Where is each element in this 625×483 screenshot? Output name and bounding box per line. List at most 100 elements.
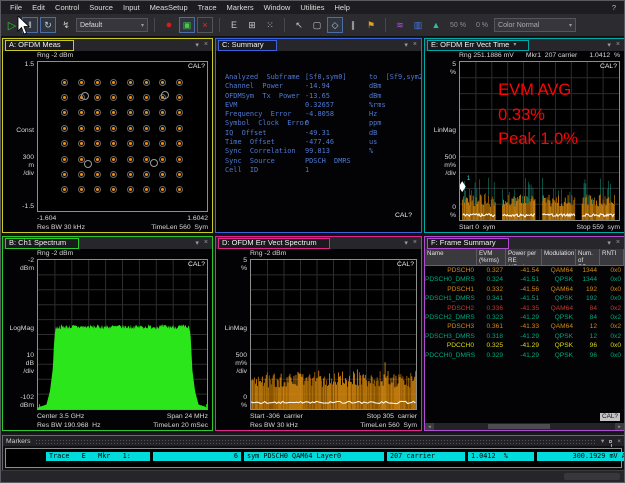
record-icon[interactable]: ● [161, 17, 177, 33]
restart-icon[interactable]: ↻ [40, 17, 56, 33]
menu-trace[interactable]: Trace [193, 3, 222, 12]
panel-b-titlebar[interactable]: B: Ch1 Spectrum ▾ × [3, 237, 212, 249]
resize-grip[interactable] [564, 473, 620, 480]
panel-e-titlebar[interactable]: E: OFDM Err Vect Time▾ ▾ × [425, 39, 624, 51]
table-row[interactable]: PDSCH1_DMRS0.341-41.51QPSK1920x0 [425, 294, 624, 303]
toolbar-separator [154, 18, 155, 32]
table-row[interactable]: PDSCH30.361-41.33QAM64120x2 [425, 322, 624, 331]
tile-windows-icon[interactable]: ⁙ [262, 17, 278, 33]
help-icon[interactable]: ? [612, 3, 620, 12]
panel-a-titlebar[interactable]: A: OFDM Meas ▾ × [3, 39, 212, 51]
table-row[interactable]: PDSCH10.332-41.56QAM641920x0 [425, 285, 624, 294]
color-mode-combo[interactable]: Color Normal ▾ [494, 18, 576, 32]
layout-grid-icon[interactable]: ⊞ [244, 17, 260, 33]
prism-icon[interactable]: ▲ [428, 17, 444, 33]
x-axis-right-label: Stop 559 sym [577, 224, 620, 231]
close-icon[interactable]: × [616, 239, 620, 247]
scrollbar-track[interactable] [434, 424, 615, 429]
pointer-tool-icon[interactable]: ↖ [291, 17, 307, 33]
y-axis-top-label: 5 % [216, 257, 247, 273]
toolbar: ▷ ‖ ↻ ↯ Default ▾ ● ▣ × E ⊞ ⁙ ↖ ▢ ◇ ∥ ⚑ … [1, 14, 624, 37]
panel-b-title-tab[interactable]: B: Ch1 Spectrum [5, 238, 79, 249]
menu-markers[interactable]: Markers [222, 3, 259, 12]
constellation-point [78, 109, 85, 116]
panel-c-titlebar[interactable]: C: Summary ▾ × [216, 39, 421, 51]
y-axis-scale-label: 500 m% /div [425, 154, 456, 177]
panel-d-title-tab[interactable]: D: OFDM Err Vect Spectrum [218, 238, 330, 249]
close-icon[interactable]: × [616, 41, 620, 49]
close-icon[interactable]: × [204, 239, 208, 247]
constellation-point [110, 156, 117, 163]
play-icon[interactable]: ▷ [4, 17, 20, 33]
column-header[interactable]: RNTI [600, 249, 624, 265]
panel-menu-icon[interactable]: ▾ [195, 239, 199, 247]
constellation-point [143, 79, 150, 86]
marker-diamond-icon[interactable]: ◇ [327, 17, 343, 33]
menu-input[interactable]: Input [118, 3, 145, 12]
cal-indicator: CAL? [188, 261, 205, 268]
panel-menu-icon[interactable]: ▾ [404, 239, 408, 247]
panel-menu-icon[interactable]: ▾ [607, 41, 611, 49]
panel-menu-icon[interactable]: ▾ [601, 437, 604, 445]
summary-row: Sync Correlation99.813% [225, 147, 417, 156]
panel-f-titlebar[interactable]: F: Frame Summary ▾ × [425, 237, 624, 249]
menu-source[interactable]: Source [84, 3, 118, 12]
zoom-select-icon[interactable]: ▢ [309, 17, 325, 33]
sweep-config-icon[interactable]: ↯ [58, 17, 74, 33]
menu-utilities[interactable]: Utilities [295, 3, 329, 12]
panel-f-title-tab[interactable]: F: Frame Summary [427, 238, 509, 249]
column-header[interactable]: EVM (%rms) [477, 249, 506, 265]
panel-menu-icon[interactable]: ▾ [607, 239, 611, 247]
marker-peak-icon[interactable]: ⚑ [363, 17, 379, 33]
panel-d-titlebar[interactable]: D: OFDM Err Vect Spectrum ▾ × [216, 237, 421, 249]
menu-file[interactable]: File [5, 3, 27, 12]
table-row[interactable]: PDSCH20.336-41.35QAM64840x2 [425, 304, 624, 313]
preset-combo-value: Default [80, 22, 102, 29]
table-row[interactable]: PDSCH2_DMRS0.323-41.29QPSK840x2 [425, 313, 624, 322]
scroll-right-icon[interactable]: ▸ [615, 423, 624, 430]
marker-readout-row[interactable]: Trace E Mkr 1:6sym PDSCH0 QAM64 Layer020… [46, 452, 625, 461]
preset-combo[interactable]: Default ▾ [76, 18, 148, 32]
input-disconnect-icon[interactable]: × [197, 17, 213, 33]
equalizer-icon[interactable]: E [226, 17, 242, 33]
constellation-point [94, 79, 101, 86]
cal-indicator: CAL? [600, 63, 617, 70]
panel-a-title-tab[interactable]: A: OFDM Meas [5, 40, 74, 51]
horizontal-scrollbar[interactable]: ◂ ▸ [425, 423, 624, 430]
pause-icon[interactable]: ‖ [22, 17, 38, 33]
spectrogram-icon[interactable]: ≋ [392, 17, 408, 33]
markers-titlebar[interactable]: Markers ▾ × [3, 436, 624, 446]
table-row[interactable]: PDCCH0_DMRS0.329-41.29QPSK960x0 [425, 351, 624, 360]
column-header[interactable]: Num. of RBs [576, 249, 600, 265]
menu-help[interactable]: Help [329, 3, 354, 12]
menu-meassetup[interactable]: MeasSetup [145, 3, 193, 12]
histogram-icon[interactable]: ▥ [410, 17, 426, 33]
menu-edit[interactable]: Edit [27, 3, 50, 12]
meas-display-icon[interactable]: ▣ [179, 17, 195, 33]
panel-menu-icon[interactable]: ▾ [195, 41, 199, 49]
column-header[interactable]: Modulation [542, 249, 576, 265]
table-row[interactable]: PDCCH00.325-41.29QPSK960x0 [425, 341, 624, 350]
table-row[interactable]: PDSCH00.327-41.54QAM6413440x0 [425, 266, 624, 275]
coupled-markers-icon[interactable]: ∥ [345, 17, 361, 33]
column-header[interactable]: Power per RE (dBm) [506, 249, 542, 265]
summary-row: EVM0.32657%rms [225, 101, 417, 110]
panel-e-title-tab[interactable]: E: OFDM Err Vect Time▾ [427, 40, 529, 51]
table-row[interactable]: PDSCH3_DMRS0.318-41.29QPSK120x2 [425, 332, 624, 341]
close-icon[interactable]: × [204, 41, 208, 49]
scroll-left-icon[interactable]: ◂ [425, 423, 434, 430]
column-header[interactable]: Name [425, 249, 477, 265]
panel-c-title-tab[interactable]: C: Summary [218, 40, 277, 51]
menu-window[interactable]: Window [259, 3, 296, 12]
table-row[interactable]: PDSCH0_DMRS0.324-41.51QPSK13440x0 [425, 275, 624, 284]
panel-menu-icon[interactable]: ▾ [404, 41, 408, 49]
pin-icon[interactable] [609, 440, 612, 443]
constellation-point [61, 171, 68, 178]
menu-control[interactable]: Control [50, 3, 84, 12]
marker-readout-segment: Trace E Mkr 1: [46, 452, 150, 461]
scrollbar-thumb[interactable] [488, 424, 550, 429]
close-icon[interactable]: × [413, 41, 417, 49]
close-icon[interactable]: × [413, 239, 417, 247]
close-icon[interactable]: × [617, 438, 621, 445]
constellation-point [176, 125, 183, 132]
